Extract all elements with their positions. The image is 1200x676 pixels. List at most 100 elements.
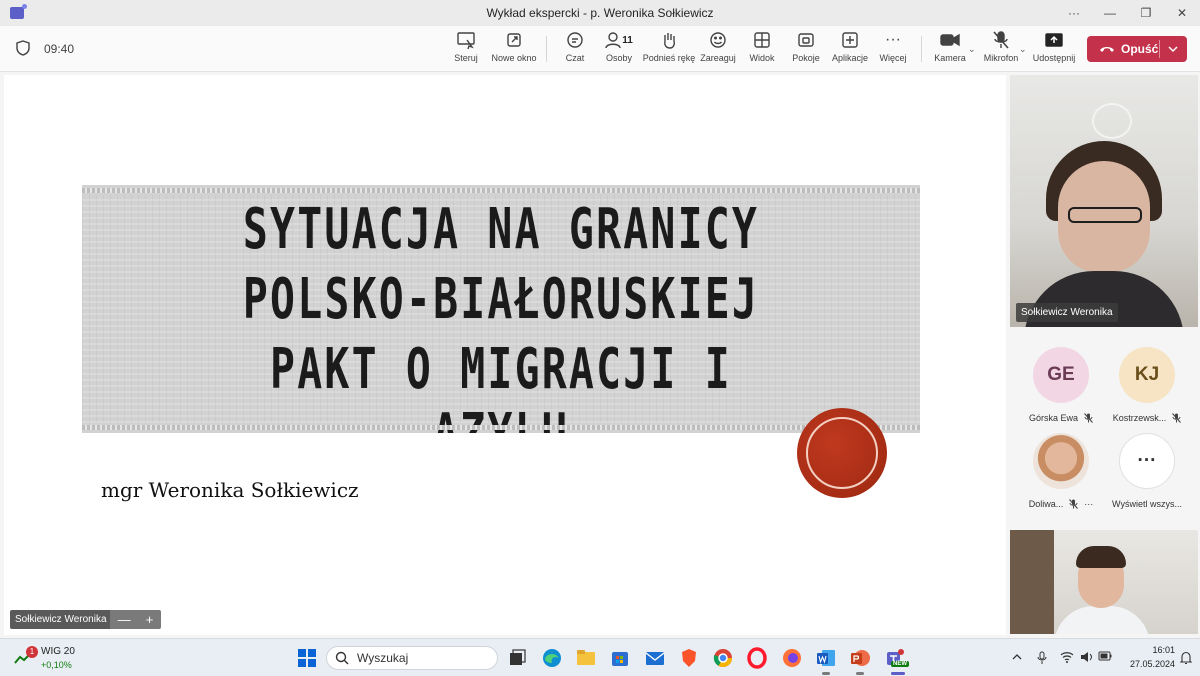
nowe-okno-button[interactable]: Nowe okno <box>490 30 538 68</box>
microphone-muted-icon <box>993 31 1009 49</box>
taskbar-clock[interactable]: 16:01 27.05.2024 <box>1119 643 1175 671</box>
firefox-browser-icon[interactable] <box>781 647 803 669</box>
minimize-button[interactable]: — <box>1092 0 1128 26</box>
presenter-name-tag: Sołkiewicz Weronika <box>10 610 112 629</box>
powerpoint-icon[interactable] <box>849 647 871 669</box>
steruj-button[interactable]: Steruj <box>452 30 480 68</box>
participant-name: Kostrzewsk... <box>1112 413 1167 423</box>
view-grid-icon <box>754 32 770 48</box>
banner-edge-top <box>82 188 920 193</box>
leave-divider <box>1159 40 1160 58</box>
add-apps-icon <box>842 32 858 48</box>
active-app-indicator <box>891 672 905 675</box>
slide-title-line-1: SYTUACJA NA GRANICY <box>242 197 760 262</box>
slide-title-line-3: PAKT O MIGRACJI I AZYLU <box>270 337 732 433</box>
zoom-out-button[interactable]: — <box>118 612 131 627</box>
participant-name: Górska Ewa <box>1028 413 1079 423</box>
microsoft-store-icon[interactable] <box>609 647 631 669</box>
control-icon <box>457 32 475 49</box>
notification-badge: 1 <box>26 646 38 658</box>
opera-browser-icon[interactable] <box>746 647 768 669</box>
toolbar-divider <box>546 36 547 62</box>
chat-icon <box>567 32 583 48</box>
mail-icon[interactable] <box>644 647 666 669</box>
participant-count: 11 <box>622 34 633 46</box>
close-button[interactable]: ✕ <box>1164 0 1200 26</box>
wifi-icon[interactable] <box>1060 651 1074 663</box>
toolbar-divider <box>921 36 922 62</box>
share-screen-icon <box>1045 33 1063 47</box>
raise-hand-icon <box>664 33 675 49</box>
chrome-browser-icon[interactable] <box>712 647 734 669</box>
udostepnij-button[interactable]: Udostępnij <box>1033 30 1075 68</box>
video-person-glasses <box>1068 207 1142 223</box>
phone-hangup-icon <box>1100 47 1114 52</box>
new-window-icon <box>507 33 521 47</box>
search-icon <box>335 651 349 665</box>
wiecej-button[interactable]: ··· Więcej <box>878 30 908 68</box>
file-explorer-icon[interactable] <box>575 647 597 669</box>
more-icon: ··· <box>885 31 901 48</box>
participant-name: Doliwa... <box>1028 499 1064 509</box>
shield-icon[interactable] <box>16 40 30 56</box>
background-lamp <box>1092 103 1132 139</box>
camera-options-chevron-icon[interactable]: ⌄ <box>968 44 976 55</box>
zoom-in-button[interactable]: + <box>146 612 154 627</box>
avatar: KJ <box>1119 347 1175 403</box>
brave-browser-icon[interactable] <box>678 647 700 669</box>
widok-button[interactable]: Widok <box>748 30 776 68</box>
osoby-button[interactable]: 11 Osoby <box>603 30 635 68</box>
active-app-indicator <box>856 672 864 675</box>
windows-start-icon[interactable] <box>296 647 318 669</box>
edge-browser-icon[interactable] <box>541 647 563 669</box>
camera-icon <box>940 33 960 47</box>
self-video-tile[interactable] <box>1010 530 1198 634</box>
maximize-button[interactable]: ❐ <box>1128 0 1164 26</box>
aplikacje-button[interactable]: Aplikacje <box>831 30 869 68</box>
participant-tile[interactable]: GE Górska Ewa <box>1016 347 1106 423</box>
more-options-icon[interactable]: ··· <box>1056 0 1092 26</box>
participant-tile[interactable]: Doliwa... ··· <box>1016 433 1106 509</box>
red-seal-decoration <box>797 408 887 498</box>
participant-tile[interactable]: KJ Kostrzewsk... <box>1102 347 1192 423</box>
meeting-toolbar: 09:40 Steruj Nowe okno Czat 11 Osoby Pod… <box>0 26 1200 72</box>
more-icon: ··· <box>1119 433 1175 489</box>
clock-date: 27.05.2024 <box>1129 659 1175 669</box>
podnies-reke-button[interactable]: Podnieś rękę <box>643 30 695 68</box>
microphone-muted-icon <box>1172 413 1182 423</box>
slide-author: mgr Weronika Sołkiewicz <box>101 478 359 502</box>
task-view-icon[interactable] <box>506 647 528 669</box>
zareaguj-button[interactable]: Zareaguj <box>700 30 736 68</box>
zoom-controls: — + <box>110 610 161 629</box>
video-name-tag: Sołkiewicz Weronika <box>1016 303 1118 322</box>
slide-title-banner: SYTUACJA NA GRANICY POLSKO-BIAŁORUSKIEJ … <box>82 185 920 433</box>
show-all-participants[interactable]: ··· Wyświetl wszys... <box>1102 433 1192 509</box>
teams-new-badge: NEW <box>891 661 909 667</box>
avatar: GE <box>1033 347 1089 403</box>
leave-button[interactable]: Opuść <box>1087 36 1187 62</box>
video-person-body <box>1054 606 1150 634</box>
active-app-indicator <box>822 672 830 675</box>
pokoje-button[interactable]: Pokoje <box>791 30 821 68</box>
battery-icon[interactable] <box>1098 651 1112 661</box>
czat-button[interactable]: Czat <box>562 30 588 68</box>
notifications-bell-icon[interactable] <box>1180 651 1192 665</box>
meeting-timer: 09:40 <box>44 42 75 56</box>
more-options-icon[interactable]: ··· <box>1084 499 1093 509</box>
widget-value: +0,10% <box>41 660 72 670</box>
chevron-up-icon[interactable] <box>1011 651 1023 663</box>
presenter-video-tile[interactable]: Sołkiewicz Weronika <box>1010 75 1198 327</box>
mikrofon-button[interactable]: Mikrofon <box>983 30 1019 68</box>
microphone-icon[interactable] <box>1036 651 1048 665</box>
shared-content-stage: SYTUACJA NA GRANICY POLSKO-BIAŁORUSKIEJ … <box>4 75 1006 635</box>
video-person-hair <box>1076 546 1126 568</box>
clock-time: 16:01 <box>1152 645 1175 655</box>
chevron-down-icon[interactable] <box>1167 43 1179 55</box>
word-icon[interactable] <box>815 647 837 669</box>
microphone-options-chevron-icon[interactable]: ⌄ <box>1019 44 1027 55</box>
widget-title: WIG 20 <box>41 646 75 657</box>
taskbar-search[interactable]: Wyszukaj <box>326 646 498 670</box>
stock-widget[interactable]: 1 WIG 20 +0,10% <box>14 644 94 672</box>
volume-icon[interactable] <box>1080 651 1094 663</box>
kamera-button[interactable]: Kamera <box>934 30 966 68</box>
